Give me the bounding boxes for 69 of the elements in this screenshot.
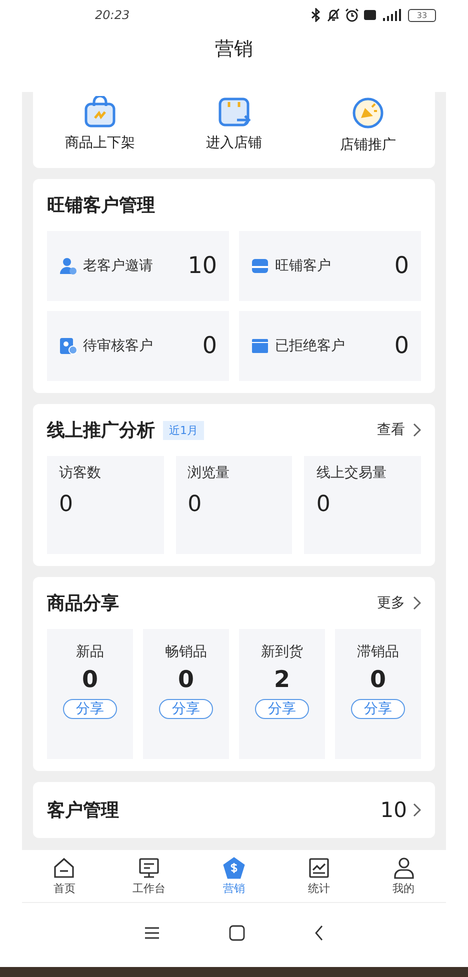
bag-icon (83, 96, 117, 128)
person-icon (59, 257, 77, 275)
tile-value: 0 (202, 333, 217, 359)
stat-label: 线上交易量 (316, 464, 388, 482)
alarm-icon (345, 8, 359, 22)
product-label: 畅销品 (165, 643, 207, 661)
customer-tile[interactable]: 已拒绝客户 0 (239, 311, 421, 381)
customer-count: 10 (380, 798, 407, 822)
view-link[interactable]: 查看 (377, 421, 405, 439)
tile-label: 旺铺客户 (275, 257, 332, 275)
stat-value: 0 (316, 492, 332, 517)
section-title: 线上推广分析 (47, 419, 155, 442)
section-title: 客户管理 (47, 799, 119, 822)
section-title: 商品分享 (47, 592, 119, 615)
tile-value: 0 (394, 253, 409, 279)
chevron-icon (413, 803, 421, 817)
tab[interactable]: 营销 (204, 856, 264, 896)
person-card-icon (59, 337, 77, 355)
customer-management-row[interactable]: 客户管理 10 (33, 782, 435, 838)
stat-value: 0 (59, 492, 74, 517)
quick-action[interactable]: 店铺推广 (313, 96, 423, 154)
tab[interactable]: 我的 (374, 856, 434, 896)
share-button[interactable]: 分享 (255, 699, 309, 719)
share-button[interactable]: 分享 (351, 699, 405, 719)
home-icon (53, 856, 76, 878)
period-tag: 近1月 (163, 420, 204, 440)
quick-action[interactable]: 进入店铺 (179, 96, 289, 154)
product-label: 新到货 (261, 643, 303, 661)
product-count: 0 (82, 667, 98, 693)
page-title: 营销 (214, 37, 254, 62)
tab[interactable]: 工作台 (119, 856, 180, 896)
menu-icon[interactable] (144, 926, 160, 940)
chart-icon (308, 856, 330, 878)
stat-value: 0 (188, 492, 203, 517)
person-icon (392, 856, 415, 878)
share-button[interactable]: 分享 (159, 699, 213, 719)
status-time: 20:23 (95, 8, 130, 22)
quick-action[interactable]: 商品上下架 (45, 96, 155, 154)
tile-value: 0 (394, 333, 409, 359)
product-count: 0 (370, 667, 386, 693)
tile-label: 待审核客户 (83, 337, 154, 355)
dollar-icon (222, 856, 245, 878)
signal-icon (381, 9, 403, 21)
product-label: 滞销品 (357, 643, 399, 661)
product-label: 新品 (76, 643, 104, 661)
window-icon (251, 337, 269, 355)
tile-value: 10 (188, 253, 217, 279)
monitor-icon (138, 856, 160, 878)
tile-label: 老客户邀请 (83, 257, 154, 275)
back-icon[interactable] (314, 925, 324, 941)
battery-icon: 33 (408, 8, 436, 22)
muted-bell-icon (327, 8, 340, 22)
product-count: 2 (274, 667, 290, 693)
customer-tile[interactable]: 老客户邀请 10 (47, 231, 229, 301)
product-count: 0 (178, 667, 194, 693)
tab[interactable]: 首页 (34, 856, 94, 896)
tile-label: 已拒绝客户 (275, 337, 346, 355)
customer-tile[interactable]: 待审核客户 0 (47, 311, 229, 381)
stat-label: 访客数 (59, 464, 102, 482)
more-link[interactable]: 更多 (377, 594, 405, 612)
home-square-icon[interactable] (228, 925, 245, 941)
section-title: 旺铺客户管理 (47, 194, 156, 217)
chevron-icon (413, 423, 421, 437)
share-button[interactable]: 分享 (63, 699, 117, 719)
tab[interactable]: 统计 (288, 856, 349, 896)
bluetooth-icon (310, 8, 322, 22)
customer-tile[interactable]: 旺铺客户 0 (239, 231, 421, 301)
chevron-icon (413, 596, 421, 610)
stat-label: 浏览量 (188, 464, 231, 482)
